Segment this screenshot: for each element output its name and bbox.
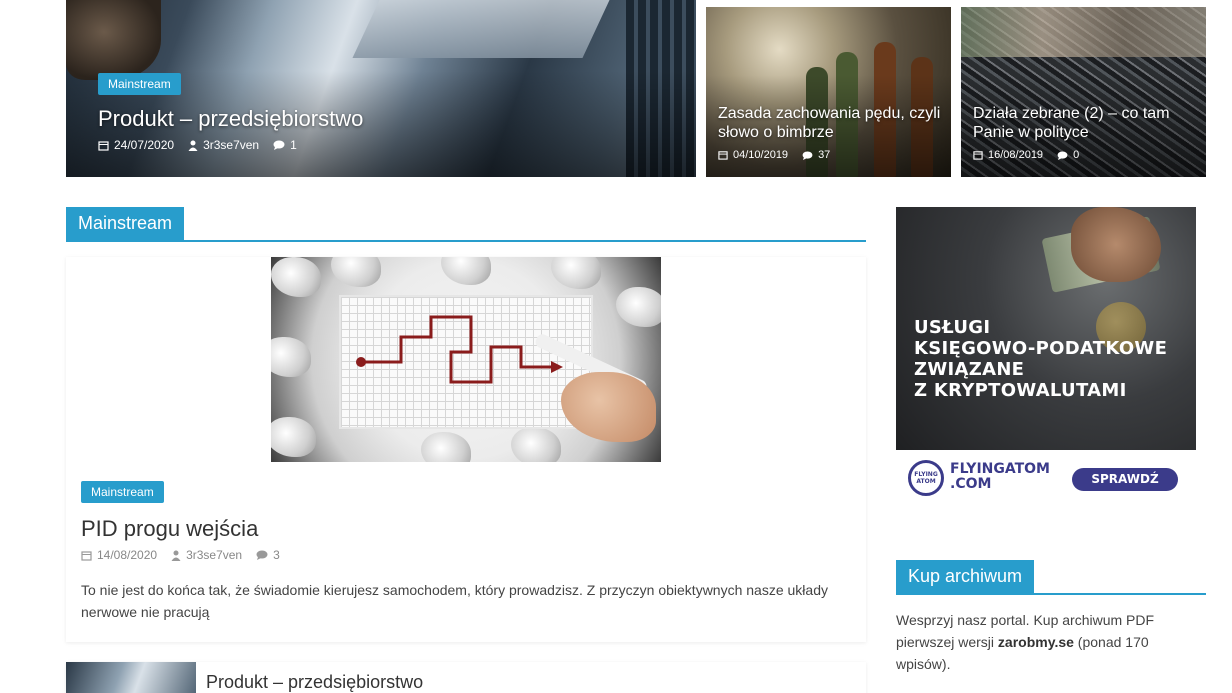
featured-post-2[interactable]: Działa zebrane (2) – co tam Panie w poli… — [961, 7, 1206, 177]
ad-cta-button[interactable]: SPRAWDŹ — [1072, 468, 1178, 491]
post-date-text: 16/08/2019 — [988, 149, 1044, 161]
post-excerpt: To nie jest do końca tak, że świadomie k… — [81, 582, 828, 620]
paper-ball — [616, 287, 661, 327]
post-author-text: 3r3se7ven — [203, 138, 260, 152]
featured-post-2-meta: 16/08/2019 0 — [973, 149, 1079, 161]
post-comments[interactable]: 37 — [802, 149, 830, 161]
post-date[interactable]: 24/07/2020 — [98, 138, 174, 152]
post-comments-text: 3 — [273, 548, 280, 562]
calendar-icon — [81, 550, 92, 561]
widget-link[interactable]: zarobmy.se — [998, 634, 1074, 650]
post-thumbnail[interactable] — [271, 257, 661, 462]
ad-brand-domain: .COM — [950, 476, 992, 492]
post-2-title[interactable]: Produkt – przedsiębiorstwo — [206, 672, 423, 693]
widget-text: Wesprzyj nasz portal. Kup archiwum PDF p… — [896, 609, 1196, 675]
user-icon — [188, 140, 198, 151]
maze-path — [356, 315, 563, 384]
featured-main-meta: 24/07/2020 3r3se7ven 1 — [98, 138, 297, 152]
drawing-hand — [561, 372, 656, 442]
post-date-text: 04/10/2019 — [733, 149, 789, 161]
ad-line: Z KRYPTOWALUTAMI — [914, 380, 1127, 401]
maze-paper — [341, 297, 591, 427]
ad-brand: FLYINGATOM .COM — [950, 462, 1050, 492]
post-comments[interactable]: 1 — [273, 138, 297, 152]
widget-heading: Kup archiwum — [896, 560, 1206, 595]
featured-main-title[interactable]: Produkt – przedsiębiorstwo — [98, 106, 363, 132]
post-comments-text: 37 — [818, 149, 831, 161]
comment-icon — [273, 140, 285, 150]
ad-logo-top: FLYING — [914, 471, 938, 478]
calendar-icon — [718, 151, 728, 160]
post-comments[interactable]: 3 — [256, 548, 280, 562]
featured-post-1[interactable]: Zasada zachowania pędu, czyli słowo o bi… — [706, 7, 951, 177]
post-title[interactable]: PID progu wejścia — [81, 516, 258, 542]
post-date[interactable]: 04/10/2019 — [718, 149, 788, 161]
ad-photo: USŁUGI KSIĘGOWO-PODATKOWE ZWIĄZANE Z KRY… — [896, 207, 1196, 450]
ad-brand-name: FLYINGATOM — [950, 461, 1050, 477]
paper-ball — [441, 257, 491, 285]
paper-ball — [331, 257, 381, 287]
post-date-text: 14/08/2020 — [97, 548, 158, 562]
category-badge[interactable]: Mainstream — [98, 73, 181, 95]
featured-image-crowd — [961, 7, 1206, 57]
post-card-2: Produkt – przedsiębiorstwo — [66, 662, 866, 693]
paper-ball — [271, 417, 316, 457]
widget-title: Kup archiwum — [896, 560, 1035, 593]
featured-post-1-title[interactable]: Zasada zachowania pędu, czyli słowo o bi… — [718, 104, 948, 142]
comment-icon — [1057, 150, 1068, 160]
sidebar-ad-banner[interactable]: USŁUGI KSIĘGOWO-PODATKOWE ZWIĄZANE Z KRY… — [896, 207, 1196, 507]
ad-logo-bottom: ATOM — [916, 478, 936, 485]
post-date[interactable]: 14/08/2020 — [81, 548, 157, 562]
ad-headline: USŁUGI KSIĘGOWO-PODATKOWE ZWIĄZANE Z KRY… — [914, 317, 1184, 401]
featured-post-1-meta: 04/10/2019 37 — [718, 149, 830, 161]
calendar-icon — [973, 151, 983, 160]
paper-ball — [271, 337, 311, 377]
paper-ball — [551, 257, 601, 289]
section-heading: Mainstream — [66, 207, 866, 242]
post-author[interactable]: 3r3se7ven — [171, 548, 242, 562]
featured-post-2-title[interactable]: Działa zebrane (2) – co tam Panie w poli… — [973, 104, 1203, 142]
post-comments-text: 0 — [1073, 149, 1080, 161]
user-icon — [171, 550, 181, 561]
post-date[interactable]: 16/08/2019 — [973, 149, 1043, 161]
featured-main-post[interactable]: Mainstream Produkt – przedsiębiorstwo 24… — [66, 0, 696, 177]
paper-ball — [421, 432, 471, 462]
flyingatom-logo-icon: FLYING ATOM — [908, 460, 944, 496]
post-author-text: 3r3se7ven — [186, 548, 243, 562]
category-badge[interactable]: Mainstream — [81, 481, 164, 503]
paper-ball — [511, 427, 561, 462]
featured-image-hand — [66, 0, 161, 80]
comment-icon — [256, 550, 268, 560]
post-meta: 14/08/2020 3r3se7ven 3 — [81, 548, 280, 562]
ad-line: KSIĘGOWO-PODATKOWE — [914, 338, 1168, 359]
post-date-text: 24/07/2020 — [114, 138, 175, 152]
featured-image-machine — [352, 0, 610, 58]
section-title[interactable]: Mainstream — [66, 207, 185, 240]
post-2-thumbnail[interactable] — [66, 662, 196, 693]
post-comments-text: 1 — [290, 138, 297, 152]
ad-line: USŁUGI — [914, 317, 991, 338]
ad-line: ZWIĄZANE — [914, 359, 1025, 380]
post-card: Mainstream PID progu wejścia 14/08/2020 … — [66, 257, 866, 642]
comment-icon — [802, 150, 813, 160]
paper-ball — [271, 257, 321, 297]
post-comments[interactable]: 0 — [1057, 149, 1079, 161]
post-author[interactable]: 3r3se7ven — [188, 138, 259, 152]
calendar-icon — [98, 140, 109, 151]
